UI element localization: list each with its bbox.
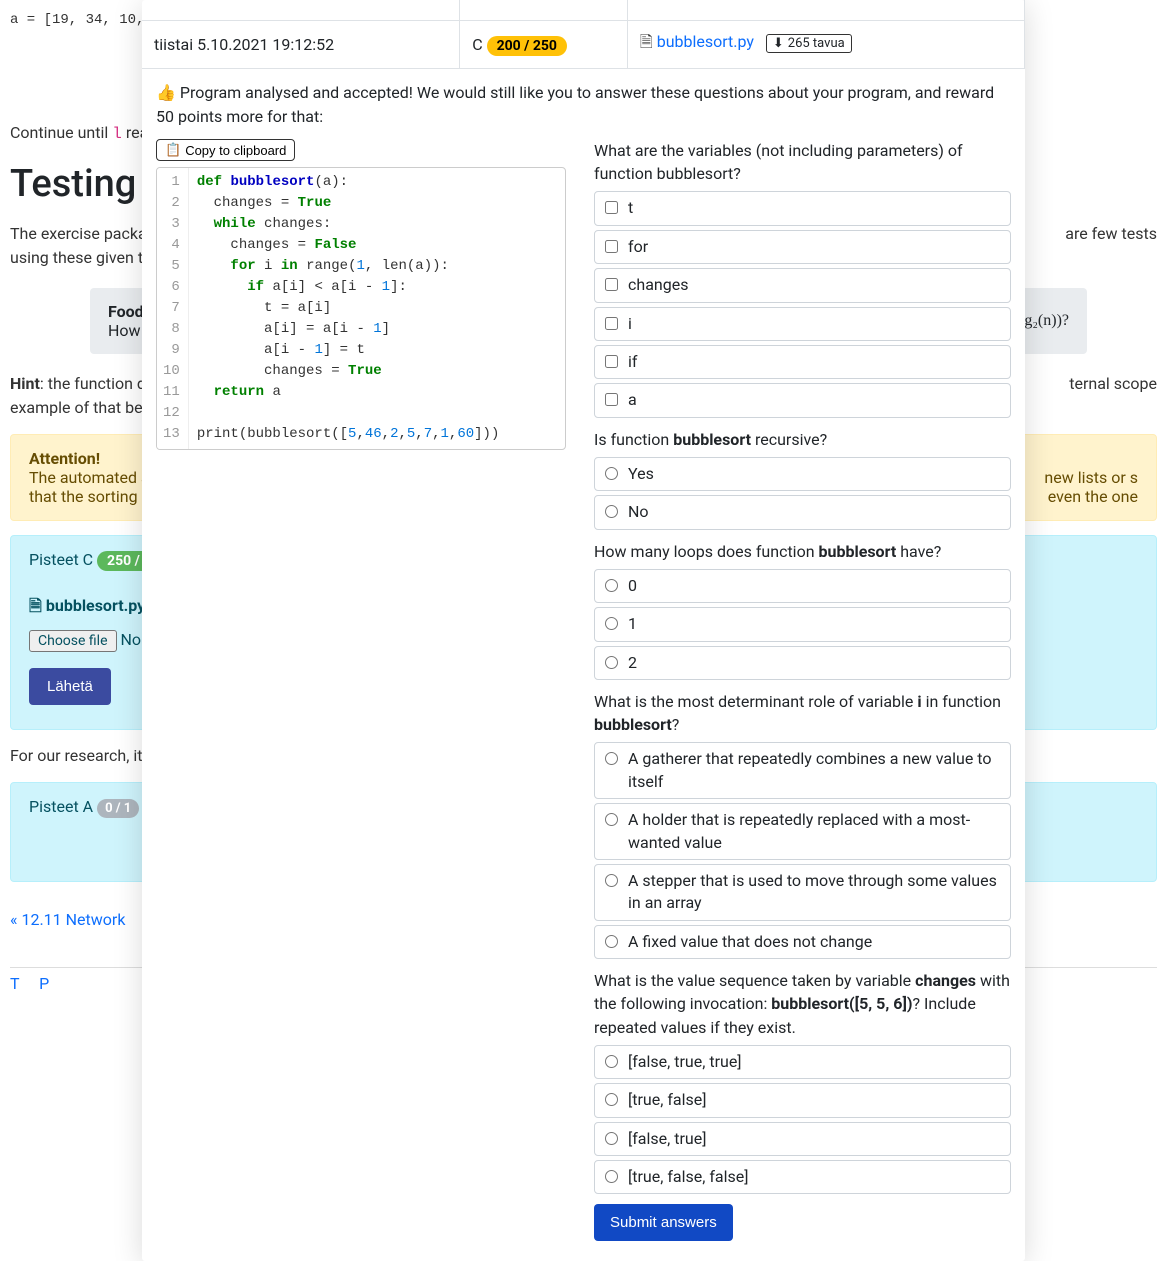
q4-option[interactable]: A fixed value that does not change (594, 925, 1011, 959)
q5-option[interactable]: [true, false, false] (594, 1160, 1011, 1194)
q1-option[interactable]: for (594, 230, 1011, 264)
checkbox-input[interactable] (605, 240, 618, 253)
option-label: i (628, 313, 632, 335)
option-label: [true, false, false] (628, 1166, 748, 1188)
file-link[interactable]: bubblesort.py (657, 32, 754, 51)
code-body: def bubblesort(a): changes = True while … (189, 168, 508, 449)
submission-file-cell: 🗎 bubblesort.py ⬇ 265 tavua (627, 21, 1024, 69)
radio-input[interactable] (605, 813, 618, 826)
option-label: t (628, 197, 633, 219)
checkbox-input[interactable] (605, 317, 618, 330)
option-label: 1 (628, 613, 637, 635)
option-label: A fixed value that does not change (628, 931, 872, 953)
question-3-options: 0 1 2 (594, 569, 1011, 680)
option-label: a (628, 389, 637, 411)
q4-option[interactable]: A stepper that is used to move through s… (594, 864, 1011, 921)
q1-option[interactable]: if (594, 345, 1011, 379)
table-row (142, 0, 1025, 21)
q5-option[interactable]: [false, true, true] (594, 1045, 1011, 1079)
option-label: A stepper that is used to move through s… (628, 870, 1000, 915)
radio-input[interactable] (605, 656, 618, 669)
option-label: for (628, 236, 648, 258)
question-3-text: How many loops does function bubblesort … (594, 540, 1011, 563)
question-2-text: Is function bubblesort recursive? (594, 428, 1011, 451)
question-1-text: What are the variables (not including pa… (594, 139, 1011, 185)
submission-date: tiistai 5.10.2021 19:12:52 (142, 21, 460, 69)
analysis-modal: tiistai 5.10.2021 19:12:52 C 200 / 250 🗎… (142, 0, 1025, 1261)
question-4-text: What is the most determinant role of var… (594, 690, 1011, 736)
copy-to-clipboard-button[interactable]: 📋 Copy to clipboard (156, 139, 295, 161)
option-label: A holder that is repeatedly replaced wit… (628, 809, 1000, 854)
q1-option[interactable]: i (594, 307, 1011, 341)
line-gutter: 12345678910111213 (157, 168, 189, 449)
radio-input[interactable] (605, 579, 618, 592)
option-label: 2 (628, 652, 637, 674)
q1-option[interactable]: a (594, 383, 1011, 417)
radio-input[interactable] (605, 752, 618, 765)
q4-option[interactable]: A holder that is repeatedly replaced wit… (594, 803, 1011, 860)
option-label: changes (628, 274, 688, 296)
q3-option[interactable]: 1 (594, 607, 1011, 641)
radio-input[interactable] (605, 505, 618, 518)
option-label: Yes (628, 463, 654, 485)
question-5-options: [false, true, true] [true, false] [false, … (594, 1045, 1011, 1195)
checkbox-input[interactable] (605, 278, 618, 291)
radio-input[interactable] (605, 617, 618, 630)
table-row: tiistai 5.10.2021 19:12:52 C 200 / 250 🗎… (142, 21, 1025, 69)
option-label: [false, true] (628, 1128, 706, 1150)
submit-answers-button[interactable]: Submit answers (594, 1204, 733, 1241)
q2-option[interactable]: No (594, 495, 1011, 529)
q3-option[interactable]: 2 (594, 646, 1011, 680)
radio-input[interactable] (605, 935, 618, 948)
q2-option[interactable]: Yes (594, 457, 1011, 491)
checkbox-input[interactable] (605, 393, 618, 406)
q5-option[interactable]: [true, false] (594, 1083, 1011, 1117)
download-icon: ⬇ (773, 36, 784, 51)
checkbox-input[interactable] (605, 201, 618, 214)
score-badge: 200 / 250 (487, 36, 567, 56)
accepted-message: 👍 Program analysed and accepted! We woul… (142, 69, 1025, 129)
radio-input[interactable] (605, 1093, 618, 1106)
questions-column: What are the variables (not including pa… (594, 139, 1011, 1241)
code-column: 📋 Copy to clipboard 12345678910111213 de… (156, 139, 566, 1241)
submission-score-cell: C 200 / 250 (460, 21, 628, 69)
question-4-options: A gatherer that repeatedly combines a ne… (594, 742, 1011, 959)
q3-option[interactable]: 0 (594, 569, 1011, 603)
code-block: 12345678910111213 def bubblesort(a): cha… (156, 167, 566, 450)
question-5-text: What is the value sequence taken by vari… (594, 969, 1011, 1039)
radio-input[interactable] (605, 1132, 618, 1145)
q1-option[interactable]: changes (594, 268, 1011, 302)
option-label: [false, true, true] (628, 1051, 742, 1073)
download-badge[interactable]: ⬇ 265 tavua (766, 34, 852, 53)
option-label: [true, false] (628, 1089, 706, 1111)
radio-input[interactable] (605, 467, 618, 480)
radio-input[interactable] (605, 1055, 618, 1068)
clipboard-icon: 📋 (165, 142, 181, 158)
checkbox-input[interactable] (605, 355, 618, 368)
submission-table: tiistai 5.10.2021 19:12:52 C 200 / 250 🗎… (142, 0, 1025, 69)
radio-input[interactable] (605, 1170, 618, 1183)
modal-backdrop: tiistai 5.10.2021 19:12:52 C 200 / 250 🗎… (0, 0, 1167, 1056)
file-icon: 🗎 (640, 32, 653, 51)
radio-input[interactable] (605, 874, 618, 887)
question-2-options: Yes No (594, 457, 1011, 530)
option-label: 0 (628, 575, 637, 597)
question-1-options: t for changes i if a (594, 191, 1011, 417)
q1-option[interactable]: t (594, 191, 1011, 225)
option-label: A gatherer that repeatedly combines a ne… (628, 748, 1000, 793)
q5-option[interactable]: [false, true] (594, 1122, 1011, 1156)
option-label: No (628, 501, 649, 523)
option-label: if (628, 351, 637, 373)
q4-option[interactable]: A gatherer that repeatedly combines a ne… (594, 742, 1011, 799)
